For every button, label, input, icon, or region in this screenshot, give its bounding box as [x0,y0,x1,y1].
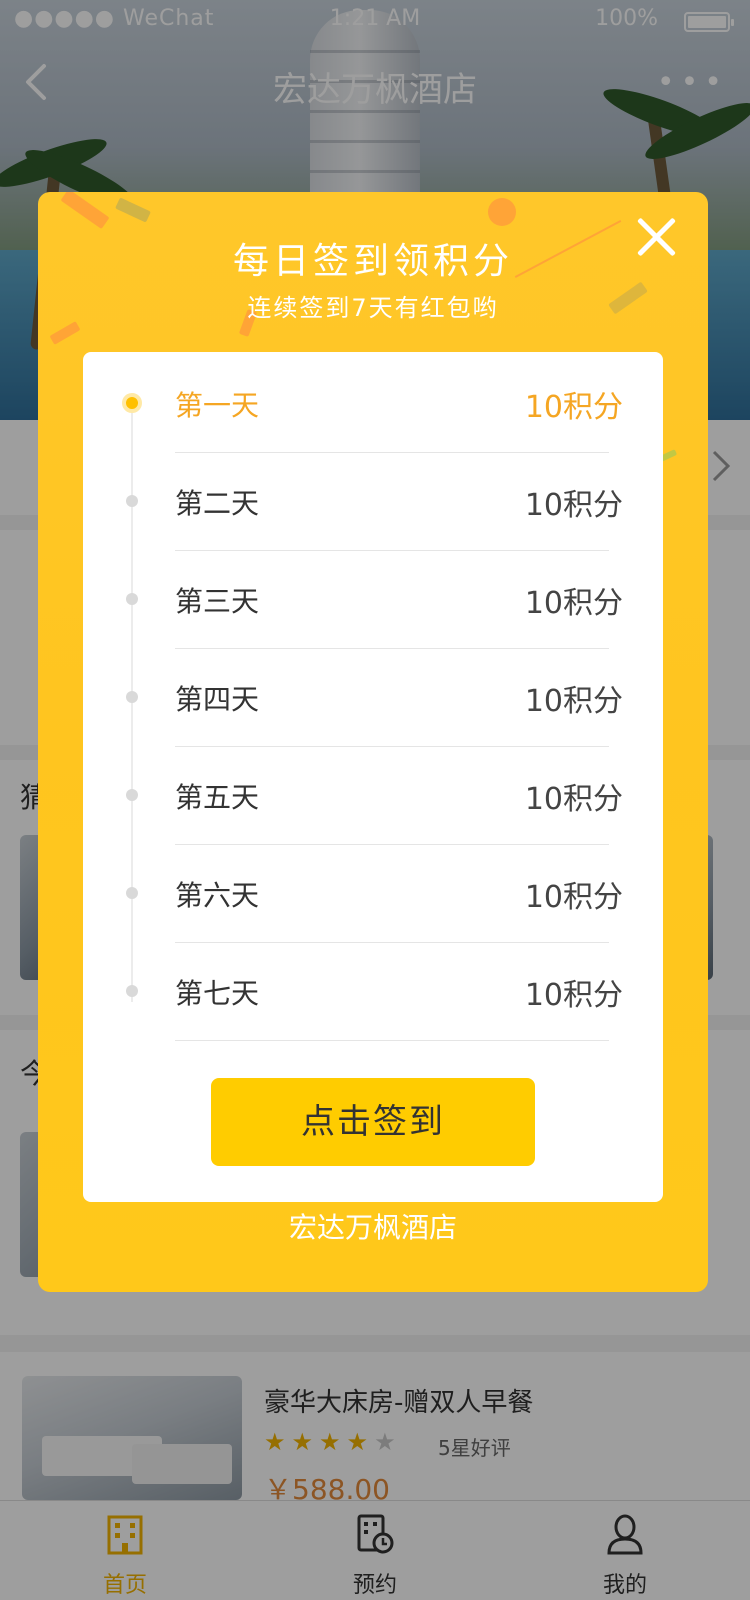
timeline-dot [126,593,138,605]
checkin-day: 第七天 10积分 [83,940,663,1041]
hotel-name-footer: 宏达万枫酒店 [288,1211,457,1244]
modal-title: 每日签到领积分 [232,241,513,282]
day-label: 第六天 [175,879,260,912]
day-label: 第三天 [175,585,260,618]
confetti [115,197,151,223]
timeline-dot [126,691,138,703]
day-points: 10积分 [524,488,623,523]
checkin-day: 第五天 10积分 [83,744,663,845]
timeline-dot [126,887,138,899]
checkin-modal: 每日签到领积分 连续签到7天有红包哟 第一天 10积分 第二天 10积分 第三天… [38,192,708,1292]
checkin-day: 第六天 10积分 [83,842,663,943]
confetti [488,198,516,226]
day-points: 10积分 [524,978,623,1013]
checkin-panel: 第一天 10积分 第二天 10积分 第三天 10积分 第四天 10积分 第五天 … [83,352,663,1202]
day-points: 10积分 [524,880,623,915]
day-points: 10积分 [524,684,623,719]
timeline-dot [126,495,138,507]
day-points: 10积分 [524,390,623,425]
modal-subtitle: 连续签到7天有红包哟 [247,294,499,322]
day-label: 第一天 [175,389,260,422]
divider [175,1040,609,1041]
confetti [49,321,81,345]
day-label: 第四天 [175,683,260,716]
day-label: 第二天 [175,487,260,520]
timeline-dot [122,393,142,413]
checkin-day: 第三天 10积分 [83,548,663,649]
checkin-day: 第二天 10积分 [83,450,663,551]
timeline-dot [126,985,138,997]
day-points: 10积分 [524,782,623,817]
checkin-day: 第四天 10积分 [83,646,663,747]
timeline-dot [126,789,138,801]
day-label: 第七天 [175,977,260,1010]
checkin-button[interactable]: 点击签到 [211,1078,535,1166]
checkin-day: 第一天 10积分 [83,352,663,453]
day-label: 第五天 [175,781,260,814]
confetti [60,192,110,230]
close-icon[interactable] [634,214,678,258]
day-points: 10积分 [524,586,623,621]
